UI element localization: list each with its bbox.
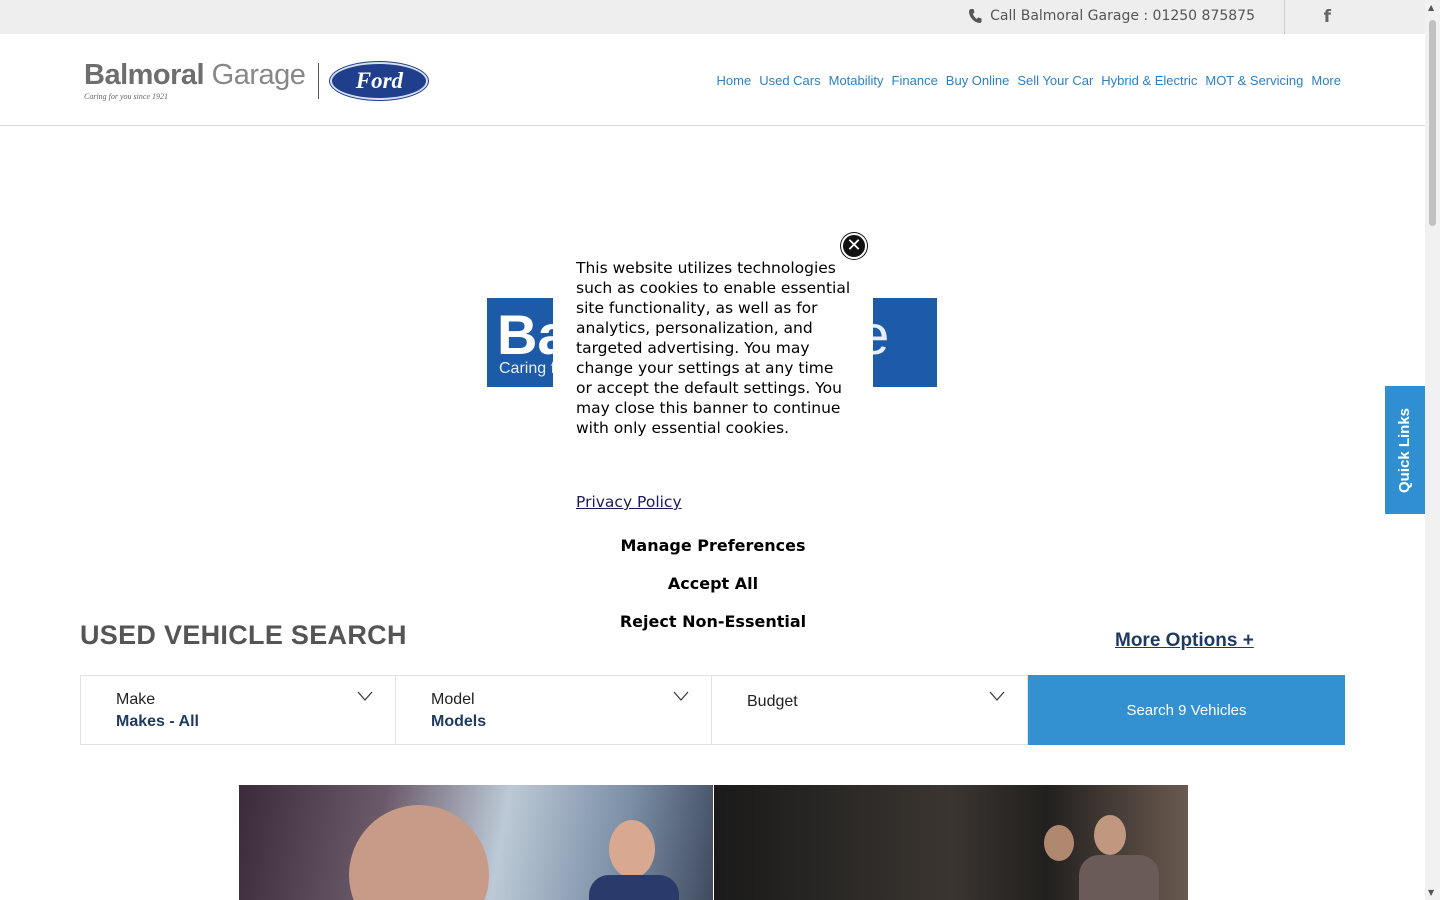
ford-logo: Ford <box>330 62 429 100</box>
accept-all-button[interactable]: Accept All <box>553 574 873 593</box>
scroll-down-icon[interactable]: ▼ <box>1428 888 1434 897</box>
promo-figure <box>589 875 679 900</box>
make-select[interactable]: Make Makes - All <box>80 675 396 745</box>
promo-figure <box>609 820 655 878</box>
nav-mot-servicing[interactable]: MOT & Servicing <box>1205 73 1303 88</box>
logo-divider <box>318 63 320 99</box>
hero-tagline: Caring f <box>499 360 556 377</box>
call-text: Call Balmoral Garage : 01250 875875 <box>990 8 1255 24</box>
brand-tagline: Caring for you since 1921 <box>84 92 168 101</box>
chevron-down-icon <box>673 691 689 701</box>
main-nav: Home Used Cars Motability Finance Buy On… <box>717 73 1341 88</box>
make-value: Makes - All <box>116 713 199 730</box>
promo-image-service[interactable] <box>239 785 713 900</box>
cookie-banner: This website utilizes technologies such … <box>553 248 873 640</box>
more-options-link[interactable]: More Options + <box>1115 630 1254 652</box>
nav-buy-online[interactable]: Buy Online <box>946 73 1010 88</box>
model-label: Model <box>431 691 475 708</box>
nav-more[interactable]: More <box>1311 73 1341 88</box>
quick-links-tab[interactable]: Quick Links <box>1385 386 1425 514</box>
cookie-message: This website utilizes technologies such … <box>576 259 851 437</box>
site-logo[interactable]: Balmoral Garage Caring for you since 192… <box>84 59 429 101</box>
budget-label: Budget <box>747 693 798 710</box>
nav-hybrid-electric[interactable]: Hybrid & Electric <box>1101 73 1197 88</box>
nav-motability[interactable]: Motability <box>829 73 884 88</box>
site-header: Balmoral Garage Caring for you since 192… <box>0 34 1425 126</box>
scrollbar-thumb[interactable] <box>1429 20 1436 226</box>
promo-figure <box>1094 815 1126 855</box>
topbar-divider <box>1284 0 1285 34</box>
model-select[interactable]: Model Models <box>396 675 712 745</box>
make-label: Make <box>116 691 156 708</box>
quick-links-label: Quick Links <box>1396 407 1414 493</box>
chevron-down-icon <box>357 691 373 701</box>
promo-image-showroom[interactable] <box>714 785 1188 900</box>
promo-figure <box>349 805 489 900</box>
close-icon[interactable]: ✕ <box>841 233 867 259</box>
nav-used-cars[interactable]: Used Cars <box>759 73 820 88</box>
manage-preferences-button[interactable]: Manage Preferences <box>553 536 873 555</box>
nav-home[interactable]: Home <box>717 73 752 88</box>
privacy-policy-link[interactable]: Privacy Policy <box>576 493 682 511</box>
promo-figure <box>1079 855 1159 900</box>
reject-non-essential-button[interactable]: Reject Non-Essential <box>553 612 873 631</box>
page-scrollbar[interactable]: ▲ ▼ <box>1425 0 1440 900</box>
chevron-down-icon <box>989 691 1005 701</box>
search-vehicles-button[interactable]: Search 9 Vehicles <box>1028 675 1345 745</box>
nav-finance[interactable]: Finance <box>892 73 938 88</box>
facebook-icon[interactable]: f <box>1324 7 1331 27</box>
scroll-up-icon[interactable]: ▲ <box>1428 3 1434 12</box>
call-link[interactable]: Call Balmoral Garage : 01250 875875 <box>968 8 1255 24</box>
search-title: USED VEHICLE SEARCH <box>80 620 407 650</box>
brand-name: Balmoral Garage <box>84 59 306 91</box>
promo-figure <box>1044 825 1074 861</box>
vehicle-search-form: Make Makes - All Model Models Budget Sea… <box>80 675 1345 745</box>
phone-icon <box>969 9 982 23</box>
model-value: Models <box>431 713 487 730</box>
nav-sell-your-car[interactable]: Sell Your Car <box>1017 73 1093 88</box>
budget-select[interactable]: Budget <box>712 675 1028 745</box>
top-bar: Call Balmoral Garage : 01250 875875 f <box>0 0 1425 34</box>
